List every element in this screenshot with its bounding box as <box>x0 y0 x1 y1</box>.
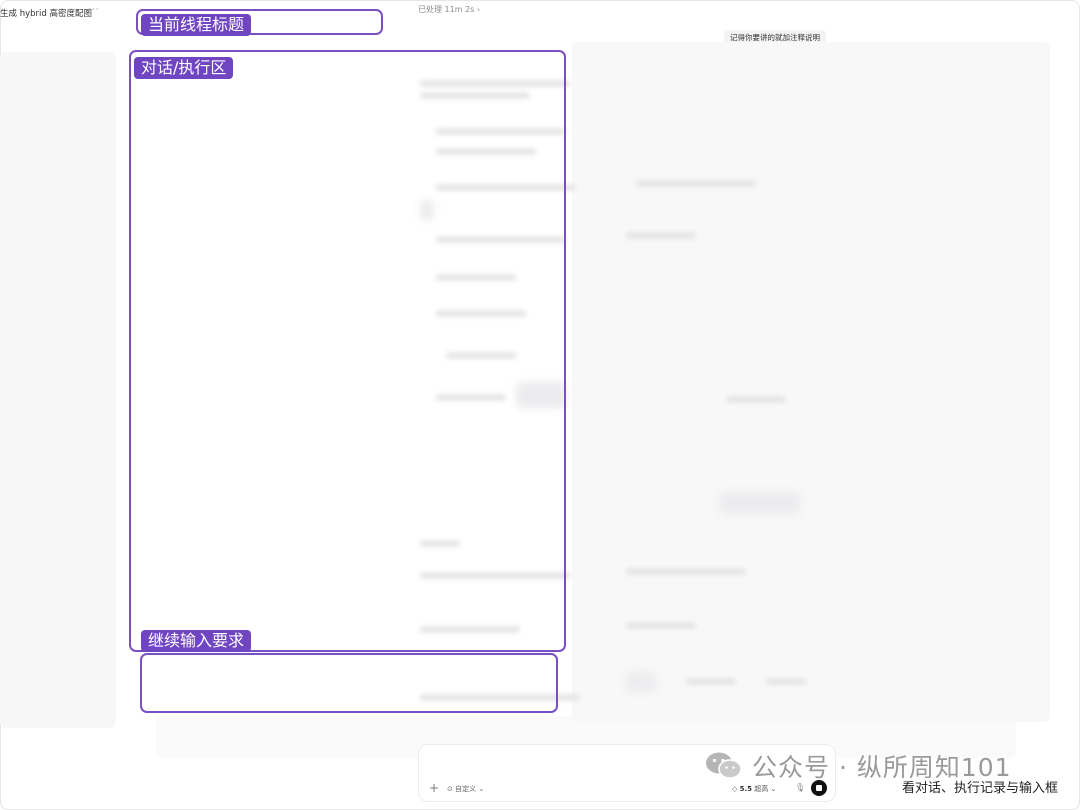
annotation-input-label: 继续输入要求 <box>141 630 252 652</box>
mode-selector[interactable]: ⊙ 自定义 ⌄ <box>447 784 484 794</box>
stop-icon <box>816 785 822 791</box>
image-caption: 看对话、执行记录与输入框 <box>898 778 1063 800</box>
wechat-icon <box>704 750 744 782</box>
annotation-title-label: 当前线程标题 <box>141 14 252 36</box>
processed-duration[interactable]: 已处理 11m 2s › <box>418 4 480 15</box>
model-effort: 超高 ⌄ <box>754 785 777 793</box>
add-attachment-icon[interactable]: + <box>429 781 439 795</box>
model-version: 5.5 <box>739 785 753 793</box>
more-options-icon[interactable]: ··· <box>88 5 100 15</box>
microphone-icon[interactable]: 🎙 <box>795 783 805 792</box>
model-icon: ◇ <box>732 785 738 793</box>
annotation-input-box <box>140 653 558 713</box>
sidebar-panel <box>0 52 116 728</box>
annotation-chat-box <box>129 50 566 652</box>
thread-title[interactable]: 生成 hybrid 高密度配图 <box>0 7 92 19</box>
model-selector[interactable]: ◇ 5.5 超高 ⌄ <box>732 784 776 794</box>
annotation-chat-label: 对话/执行区 <box>134 57 234 79</box>
